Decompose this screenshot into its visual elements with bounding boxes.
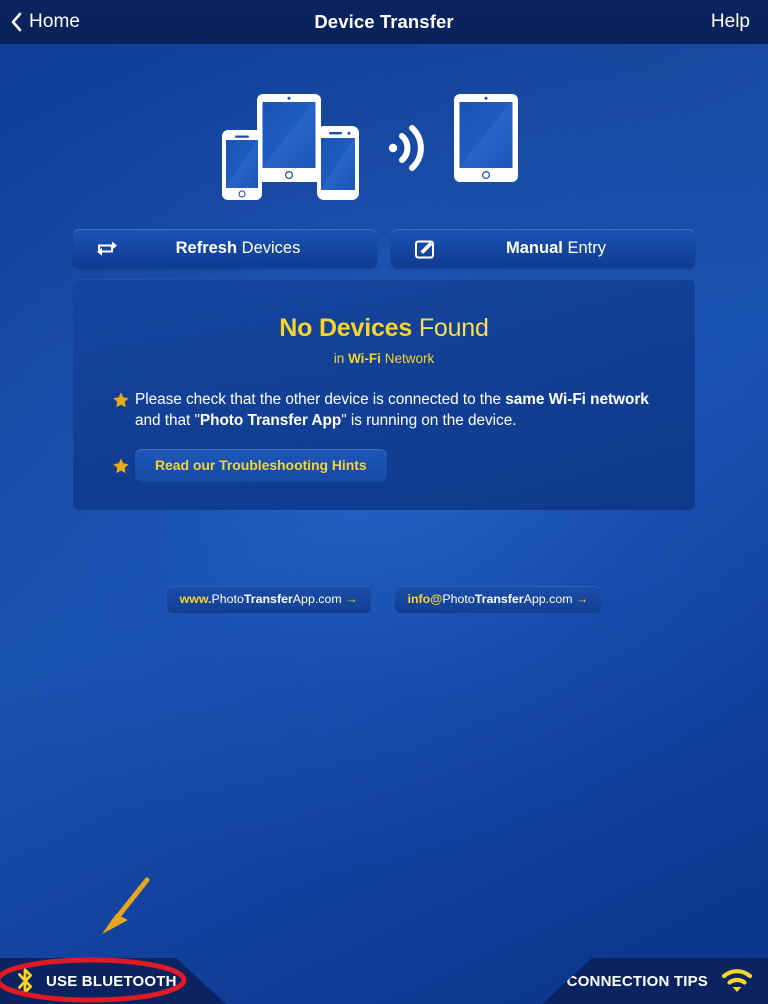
annotation-arrow (102, 877, 150, 934)
annotation-ellipse (0, 957, 187, 1003)
help-button[interactable]: Help (711, 11, 750, 33)
website-link-part3: Transfer (243, 592, 293, 606)
compose-icon (413, 237, 437, 261)
website-link-button[interactable]: www.PhotoTransferApp.com → (166, 586, 371, 613)
page-title: Device Transfer (314, 11, 454, 32)
android-phone-icon (317, 126, 359, 200)
website-link-part4: App.com (292, 592, 342, 606)
email-link-part4: App.com (523, 592, 573, 606)
email-link-part2: Photo (442, 592, 475, 606)
no-devices-subtitle: in Wi-Fi Network (333, 351, 435, 366)
wifi-icon (721, 969, 753, 992)
no-devices-panel: No Devices Found in Wi-Fi Network Please… (73, 279, 695, 510)
instruction-text: Please check that the other device is co… (135, 391, 649, 429)
connection-tips-label: CONNECTION TIPS (566, 972, 708, 990)
troubleshooting-bullet: Read our Troubleshooting Hints (73, 449, 695, 482)
star-icon (113, 392, 129, 408)
devices-graphic (222, 94, 518, 200)
website-link-part1: www. (179, 592, 212, 606)
manual-entry-button[interactable]: Manual Entry (391, 229, 695, 268)
link-pill-row: www.PhotoTransferApp.com → info@PhotoTra… (0, 586, 768, 613)
refresh-icon (95, 237, 119, 261)
star-icon (113, 458, 129, 474)
website-link-part2: Photo (211, 592, 244, 606)
troubleshooting-hints-button[interactable]: Read our Troubleshooting Hints (135, 449, 387, 482)
email-link-button[interactable]: info@PhotoTransferApp.com → (394, 586, 602, 613)
arrow-right-icon: → (341, 592, 358, 606)
instruction-bullet: Please check that the other device is co… (73, 390, 695, 431)
ipad-icon (454, 94, 518, 182)
wifi-broadcast-icon (388, 125, 424, 171)
email-link-part1: info@ (407, 592, 443, 606)
connection-tips-button[interactable]: CONNECTION TIPS (542, 958, 768, 1004)
refresh-devices-button[interactable]: Refresh Devices (73, 229, 377, 268)
no-devices-title: No Devices Found (279, 314, 489, 342)
top-navigation-bar: Home Device Transfer Help (0, 0, 768, 44)
iphone-icon (222, 130, 262, 200)
device-illustration (0, 86, 768, 202)
ipad-icon (257, 94, 321, 182)
arrow-right-icon: → (572, 592, 589, 606)
email-link-part3: Transfer (474, 592, 524, 606)
action-button-row: Refresh Devices Manual Entry (73, 229, 695, 268)
device-transfer-screen: Home Device Transfer Help Refresh Device… (0, 0, 768, 1004)
